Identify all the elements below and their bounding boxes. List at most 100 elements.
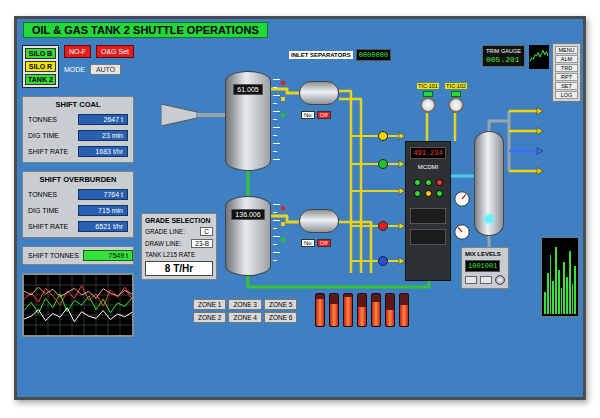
pipe	[339, 222, 371, 273]
trend-plot	[24, 275, 132, 335]
mode-button[interactable]: NO-F	[64, 45, 91, 58]
level-bar-track	[371, 293, 381, 327]
valve-icon[interactable]	[378, 256, 388, 266]
level-bar-fill	[316, 299, 324, 326]
alarm-mark	[281, 113, 285, 117]
grid-line	[96, 275, 97, 335]
shift-tonnes: SHIFT TONNES7549 t	[22, 246, 134, 265]
pipe	[351, 190, 401, 192]
scale-tick	[273, 135, 277, 136]
header: OIL & GAS TANK 2 SHUTTLE OPERATIONS	[17, 19, 583, 41]
spectrum-bar	[544, 292, 546, 314]
field-label: TONNES	[28, 116, 57, 123]
trend-chart	[22, 273, 134, 337]
level-bars	[315, 293, 409, 327]
alarm-mark	[281, 222, 285, 226]
legend-group: SILO BSILO RTANK 2 NO-F O&G Set MODEAUTO	[22, 45, 134, 88]
valve-icon[interactable]	[378, 159, 388, 169]
scale-tick	[273, 220, 280, 221]
side-menu-item[interactable]: TRD	[555, 64, 578, 72]
tank-reading: 61.005	[233, 84, 262, 95]
indicator-light	[425, 190, 432, 197]
scale-tick	[273, 159, 280, 160]
zone-button[interactable]: ZONE 5	[264, 299, 297, 310]
switch-button[interactable]: No	[301, 111, 315, 119]
side-menu: MENUALMTRDRPTSETLOG	[552, 43, 581, 102]
valve-icon[interactable]	[378, 221, 388, 231]
valve-icon[interactable]	[378, 131, 388, 141]
zone-button[interactable]: ZONE 3	[228, 299, 261, 310]
scale-tick	[273, 151, 277, 152]
scale-tick	[273, 119, 277, 120]
dial-face	[455, 192, 469, 206]
mode-value[interactable]: AUTO	[90, 64, 121, 75]
mode-button[interactable]: O&G Set	[96, 45, 134, 58]
pipe	[351, 260, 401, 262]
button-row: NO-F O&G Set	[64, 45, 134, 58]
indicator-light	[425, 179, 432, 186]
spectrum-bar	[547, 273, 549, 314]
mix-button[interactable]	[480, 276, 492, 284]
pipe	[489, 121, 509, 131]
pipe	[247, 171, 250, 197]
mix-button[interactable]	[465, 276, 477, 284]
field-value: 2647 t	[78, 114, 128, 125]
knob-icon[interactable]	[495, 275, 505, 285]
alarm-mark	[281, 238, 285, 242]
spectrum-bar	[561, 288, 563, 314]
panel-row: DIG TIME715 min	[28, 205, 128, 216]
zone-button[interactable]: ZONE 4	[228, 312, 261, 323]
trend-line	[24, 287, 132, 298]
sparkline	[530, 50, 548, 61]
shift-panel: SHIFT COALTONNES2647 tDIG TIME23 minSHIF…	[22, 96, 134, 163]
field-value[interactable]: C	[200, 227, 213, 236]
storage-tank: 136.006	[225, 196, 271, 276]
outlet-pipe	[509, 170, 537, 173]
mix-panel: MIX LEVELS1001001	[461, 247, 509, 289]
level-bar-fill	[344, 297, 352, 326]
pipe	[248, 276, 429, 287]
legend-box: SILO BSILO RTANK 2	[22, 45, 59, 88]
side-menu-item[interactable]: ALM	[555, 55, 578, 63]
side-menu-item[interactable]: LOG	[555, 91, 578, 99]
field-label: SHIFT TONNES	[28, 252, 79, 259]
grid-line	[120, 275, 121, 335]
alarm-mark	[281, 97, 285, 101]
scale-tick	[273, 212, 277, 213]
switch-button[interactable]: Off	[317, 111, 331, 119]
indicator-light	[414, 190, 421, 197]
mode-row: MODEAUTO	[64, 64, 134, 75]
panel-title: GRADE SELECTION	[145, 217, 213, 224]
inlet-display: 0000000	[356, 49, 391, 61]
field-value[interactable]: 23-B	[191, 239, 213, 248]
side-menu-item[interactable]: RPT	[555, 73, 578, 81]
zone-button[interactable]: ZONE 1	[193, 299, 226, 310]
legend-item: SILO B	[25, 48, 56, 59]
level-bar-fill	[330, 304, 338, 326]
inlet-separators: INLET SEPARATORS0000000	[289, 49, 391, 61]
zone-button[interactable]: ZONE 6	[264, 312, 297, 323]
switch-button[interactable]: Off	[317, 239, 331, 247]
indicator-light	[436, 179, 443, 186]
legend-item: TANK 2	[25, 74, 56, 85]
spectrum-bar	[574, 266, 576, 314]
tank-scale	[273, 79, 285, 163]
spectrum-bar	[555, 247, 557, 314]
instrument-gauge-icon	[448, 97, 464, 113]
zone-button[interactable]: ZONE 2	[193, 312, 226, 323]
alarm-mark	[281, 206, 285, 210]
pipe	[351, 225, 401, 227]
spectrum-chart	[541, 237, 579, 317]
instrument-gauge-icon	[420, 97, 436, 113]
side-menu-item[interactable]: MENU	[555, 46, 578, 54]
indicator-light	[436, 190, 443, 197]
panel-row: SHIFT RATE6521 t/hr	[28, 221, 128, 232]
side-menu-item[interactable]: SET	[555, 82, 578, 90]
flow-arrow-icon	[537, 108, 543, 115]
switch-button[interactable]: No	[301, 239, 315, 247]
flow-arrow-icon	[537, 148, 543, 155]
left-column: SILO BSILO RTANK 2 NO-F O&G Set MODEAUTO SHI…	[17, 41, 139, 397]
pipe	[339, 91, 351, 273]
spectrum-bar	[558, 270, 560, 314]
display-label: TRIM GAUGE	[486, 48, 521, 54]
